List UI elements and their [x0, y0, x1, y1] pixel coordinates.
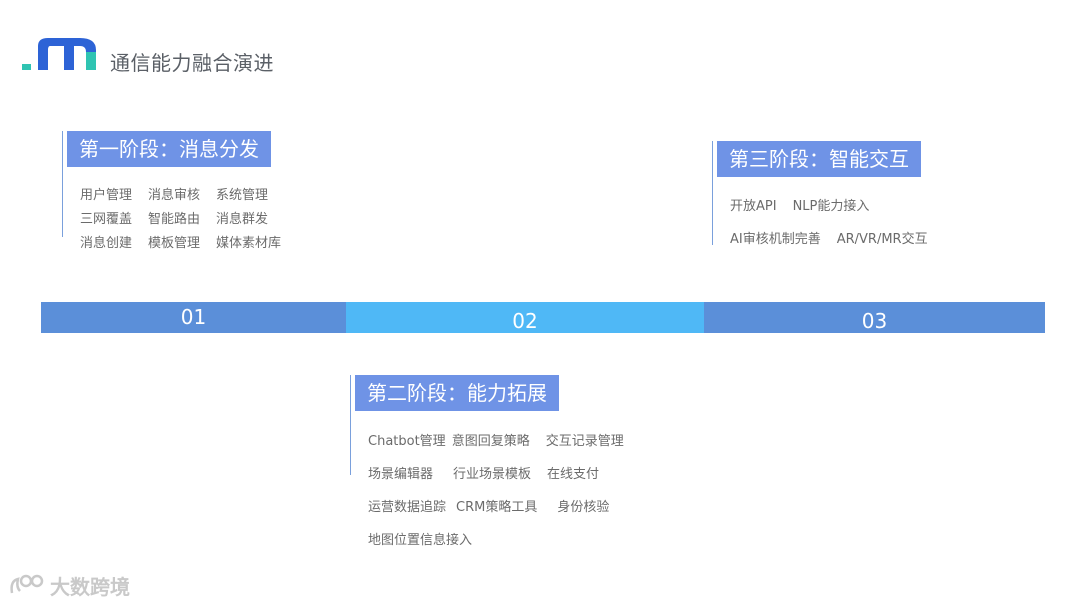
stage-1-item: 模板管理 — [148, 236, 201, 251]
stage-3-item: AR/VR/MR交互 — [836, 232, 928, 247]
stage-2-row: 地图位置信息接入 — [368, 529, 640, 562]
stage-1-row: 用户管理 消息审核 系统管理 — [80, 184, 297, 208]
stage-1-item: 消息创建 — [80, 236, 133, 251]
stage-2-item: 意图回复策略 — [451, 434, 530, 449]
brand-logo — [22, 38, 96, 70]
stage-2-divider — [350, 375, 351, 475]
timeline-segment-02: 02 — [346, 302, 704, 333]
stage-2-item: 交互记录管理 — [545, 434, 624, 449]
stage-2-items: Chatbot管理 意图回复策略 交互记录管理 场景编辑器 行业场景模板 在线支… — [368, 430, 640, 562]
stage-3-item: NLP能力接入 — [792, 199, 870, 214]
stage-3: 第三阶段：智能交互 开放API NLP能力接入 AI审核机制完善 AR/VR/M… — [712, 141, 1012, 261]
stage-2-item: 场景编辑器 — [368, 467, 434, 482]
watermark-text: 大数跨境 — [50, 575, 130, 599]
stage-1-item: 用户管理 — [80, 188, 133, 203]
stage-3-title: 第三阶段：智能交互 — [717, 141, 921, 177]
stage-2-row: 场景编辑器 行业场景模板 在线支付 — [368, 463, 640, 496]
stage-3-item: AI审核机制完善 — [730, 232, 821, 247]
stage-3-row: 开放API NLP能力接入 — [730, 195, 944, 228]
stage-1-item: 智能路由 — [148, 212, 201, 227]
stage-2-item: 地图位置信息接入 — [368, 533, 473, 548]
stage-2-item: 身份核验 — [557, 500, 610, 515]
page-title: 通信能力融合演进 — [110, 51, 274, 75]
stage-2-title: 第二阶段：能力拓展 — [355, 375, 559, 411]
stage-1-divider — [62, 131, 63, 237]
stage-2-item: 运营数据追踪 — [368, 500, 447, 515]
stage-1-item: 消息审核 — [148, 188, 201, 203]
stage-2-row: Chatbot管理 意图回复策略 交互记录管理 — [368, 430, 640, 463]
stage-1-item: 媒体素材库 — [216, 236, 282, 251]
stage-3-items: 开放API NLP能力接入 AI审核机制完善 AR/VR/MR交互 — [730, 195, 944, 261]
stage-2-item: Chatbot管理 — [368, 434, 446, 449]
stage-1-title: 第一阶段：消息分发 — [67, 131, 271, 167]
stage-1-item: 三网覆盖 — [80, 212, 133, 227]
stage-1-items: 用户管理 消息审核 系统管理 三网覆盖 智能路由 消息群发 消息创建 模板管理 … — [80, 184, 297, 256]
stage-2-row: 运营数据追踪 CRM策略工具 身份核验 — [368, 496, 640, 529]
stage-2-item: 行业场景模板 — [453, 467, 532, 482]
timeline-segment-03: 03 — [704, 302, 1045, 333]
stage-1-row: 消息创建 模板管理 媒体素材库 — [80, 232, 297, 256]
watermark-logo-icon — [10, 574, 44, 593]
stage-1-item: 消息群发 — [216, 212, 269, 227]
stage-2-item: CRM策略工具 — [456, 500, 538, 515]
stage-1-row: 三网覆盖 智能路由 消息群发 — [80, 208, 297, 232]
stage-3-row: AI审核机制完善 AR/VR/MR交互 — [730, 228, 944, 261]
timeline-bar: 01 02 03 — [41, 302, 1045, 333]
stage-3-item: 开放API — [730, 199, 777, 214]
stage-2: 第二阶段：能力拓展 Chatbot管理 意图回复策略 交互记录管理 场景编辑器 … — [350, 375, 710, 555]
stage-3-divider — [712, 141, 713, 245]
stage-1-item: 系统管理 — [216, 188, 269, 203]
timeline-segment-01: 01 — [41, 302, 346, 333]
stage-1: 第一阶段：消息分发 用户管理 消息审核 系统管理 三网覆盖 智能路由 消息群发 … — [62, 131, 362, 261]
watermark: 大数跨境 — [8, 571, 130, 600]
stage-2-item: 在线支付 — [547, 467, 600, 482]
